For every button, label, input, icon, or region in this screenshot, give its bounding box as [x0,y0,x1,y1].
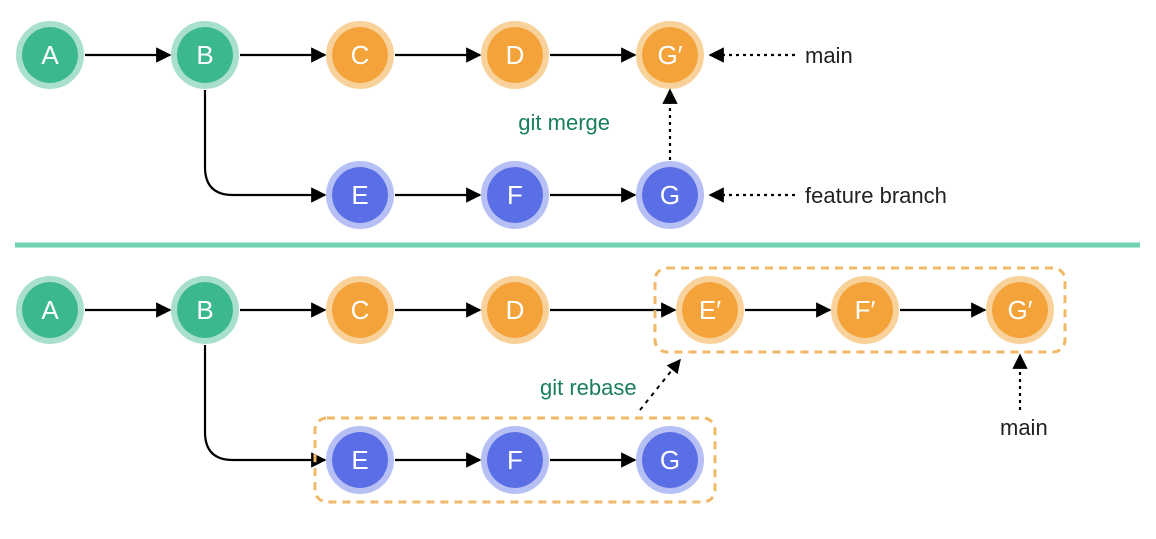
git-merge-rebase-diagram: A B C D G′ E F Ggit merge main feature branch A B C D… [0,0,1156,539]
rebase-feat-G-label: G [660,445,680,475]
merge-feature-label: feature branch [805,183,947,208]
rebase-main-E′-label: E′ [699,295,721,325]
rebase-main-D-label: D [506,295,525,325]
merge-main-C-label: C [351,40,370,70]
merge-branch-arrow [205,90,325,195]
merge-main-B-label: B [196,40,213,70]
merge-main-G′-label: G′ [657,40,682,70]
rebase-main-B-label: B [196,295,213,325]
rebase-main-C-label: C [351,295,370,325]
rebase-op-label: git rebase [540,375,637,400]
rebase-feat-F-label: F [507,445,523,475]
rebase-connector [640,360,680,410]
rebase-main-label: main [1000,415,1048,440]
rebase-main-G′-label: G′ [1007,295,1032,325]
merge-feat-E-label: E [351,180,368,210]
merge-feat-F-label: F [507,180,523,210]
rebase-main-A-label: A [41,295,59,325]
rebase-branch-arrow [205,345,325,460]
rebase-feat-E-label: E [351,445,368,475]
merge-feat-G-label: G [660,180,680,210]
merge-op-label: git merge [518,110,610,135]
rebase-main-F′-label: F′ [855,295,876,325]
merge-main-D-label: D [506,40,525,70]
merge-main-A-label: A [41,40,59,70]
merge-main-label: main [805,43,853,68]
